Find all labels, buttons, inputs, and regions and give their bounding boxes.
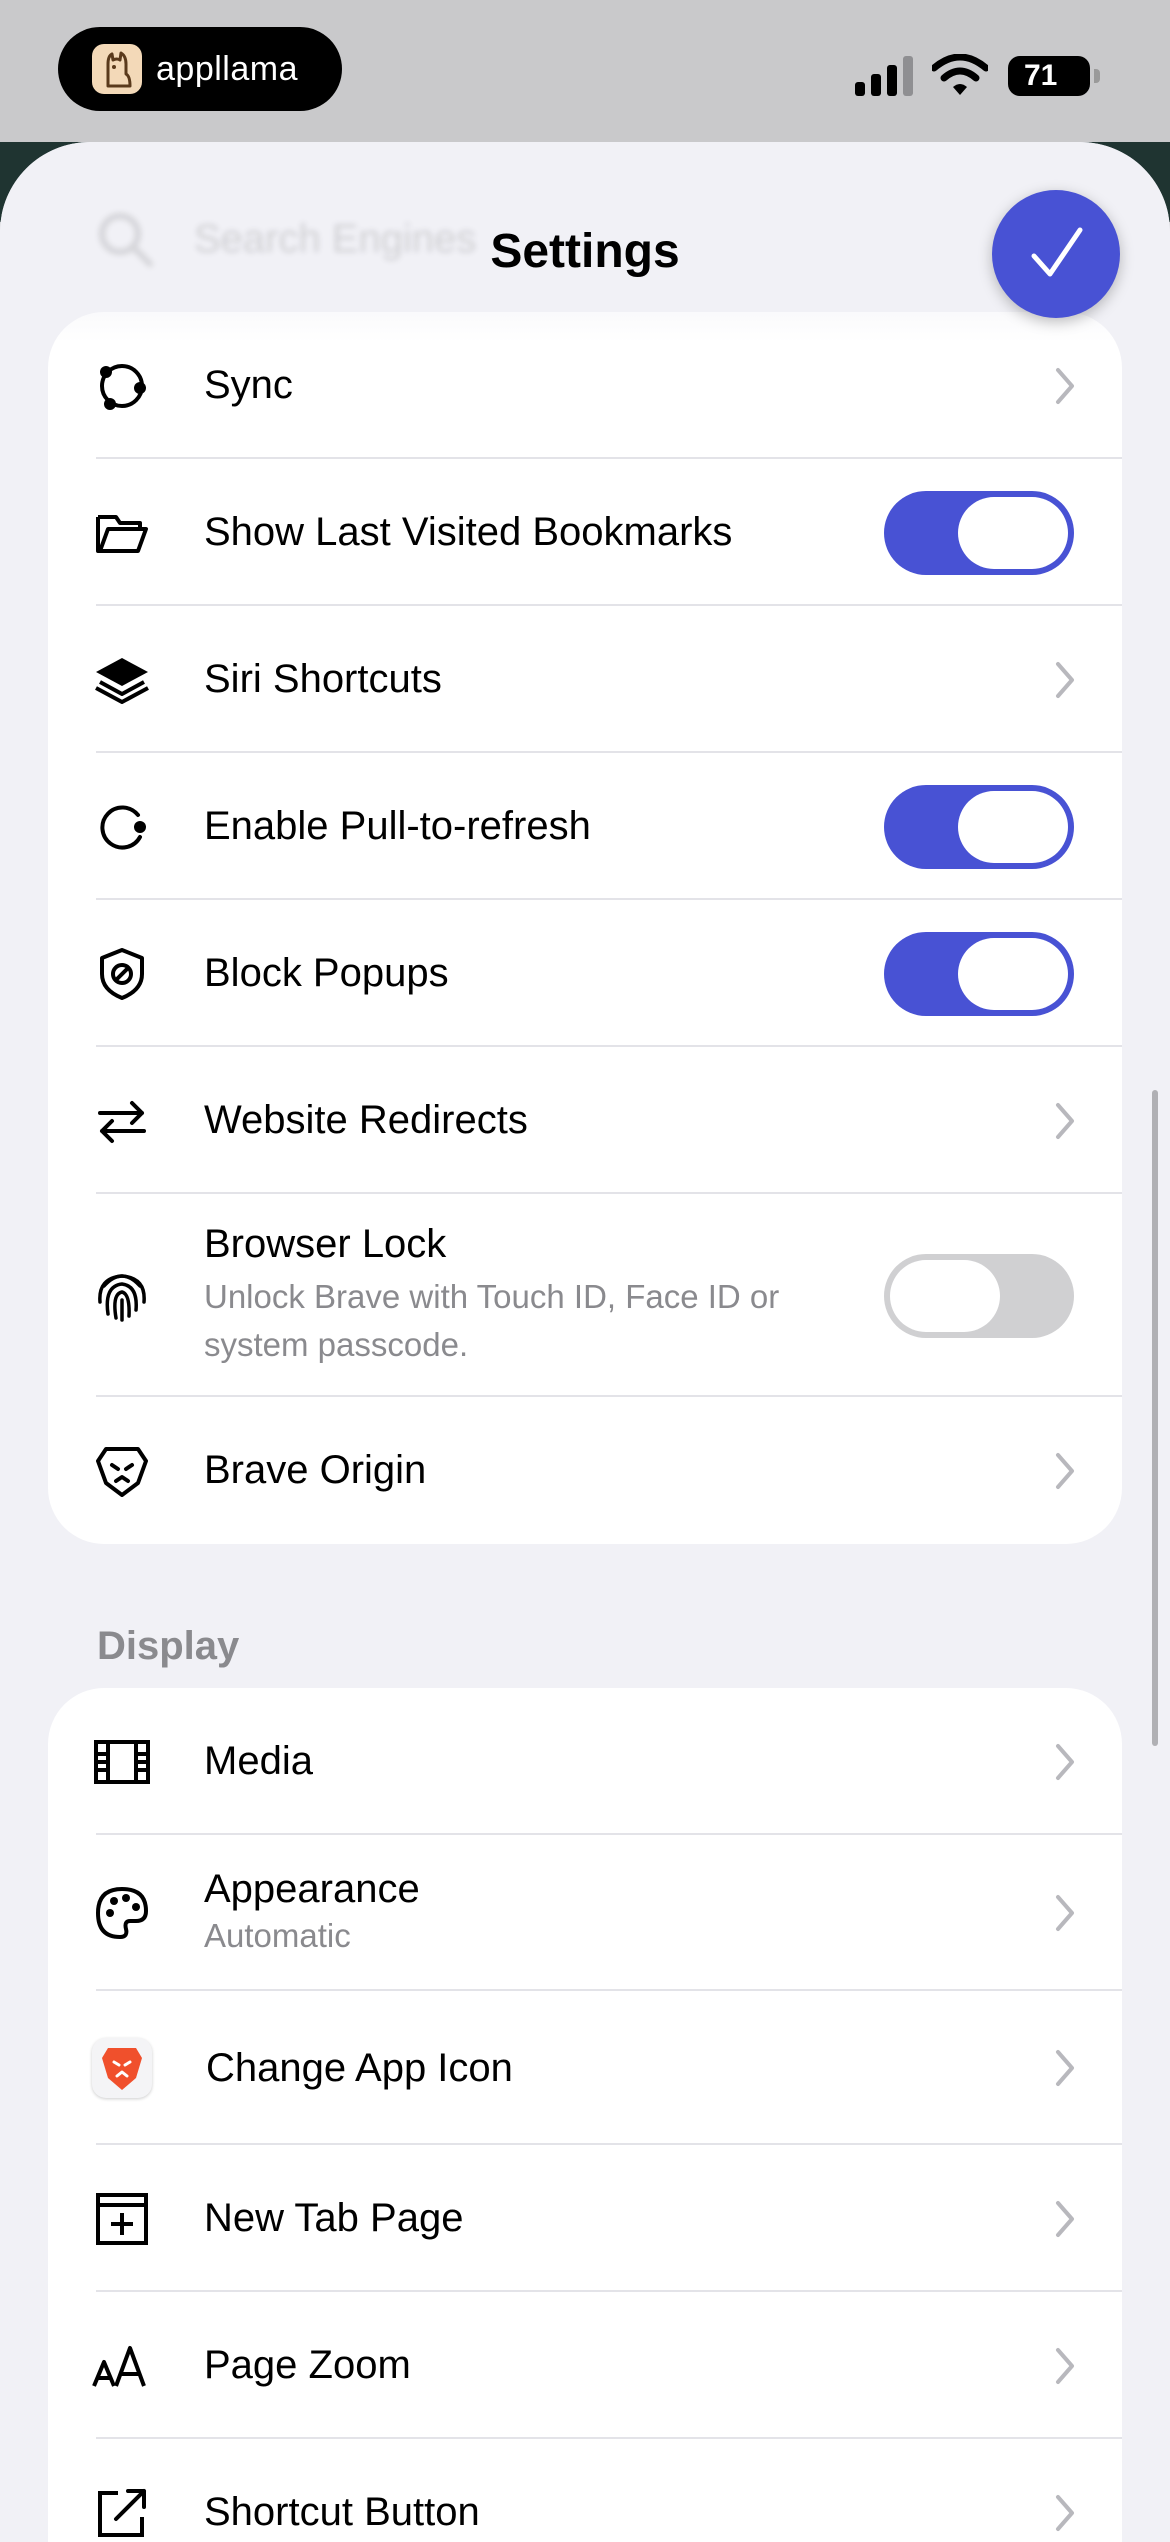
brave-app-icon bbox=[92, 2038, 152, 2098]
chevron-right-icon bbox=[1054, 660, 1076, 700]
new-tab-page-label: New Tab Page bbox=[204, 2196, 882, 2241]
shortcut-button-label: Shortcut Button bbox=[204, 2490, 882, 2535]
appearance-value: Automatic bbox=[204, 1912, 882, 1960]
pull-to-refresh-row: Enable Pull-to-refresh bbox=[48, 753, 1122, 900]
lion-icon bbox=[92, 1441, 152, 1501]
page-zoom-label: Page Zoom bbox=[204, 2343, 882, 2388]
shortcut-button-row[interactable]: Shortcut Button bbox=[48, 2439, 1122, 2542]
film-icon bbox=[92, 1732, 152, 1792]
redirect-arrows-icon bbox=[92, 1091, 152, 1151]
battery-indicator: 71 bbox=[1008, 56, 1090, 96]
sync-label: Sync bbox=[204, 363, 882, 408]
refresh-icon bbox=[92, 797, 152, 857]
external-link-icon bbox=[92, 2483, 152, 2542]
toggle-knob bbox=[958, 497, 1068, 569]
block-popups-label: Block Popups bbox=[204, 951, 882, 996]
chevron-right-icon bbox=[1054, 1742, 1076, 1782]
battery-level: 71 bbox=[1024, 59, 1057, 93]
toggle-knob bbox=[958, 791, 1068, 863]
toggle-knob bbox=[890, 1260, 1000, 1332]
browser-lock-description: Unlock Brave with Touch ID, Face ID or s… bbox=[204, 1273, 872, 1369]
brave-origin-row[interactable]: Brave Origin bbox=[48, 1397, 1122, 1544]
browser-lock-row: Browser Lock Unlock Brave with Touch ID,… bbox=[48, 1194, 1122, 1397]
checkmark-icon bbox=[1026, 224, 1086, 284]
palette-icon bbox=[92, 1883, 152, 1943]
show-last-visited-bookmarks-row: Show Last Visited Bookmarks bbox=[48, 459, 1122, 606]
show-last-visited-bookmarks-label: Show Last Visited Bookmarks bbox=[204, 510, 882, 555]
change-app-icon-row[interactable]: Change App Icon bbox=[48, 1991, 1122, 2145]
pull-to-refresh-toggle[interactable] bbox=[884, 785, 1074, 869]
siri-shortcuts-row[interactable]: Siri Shortcuts bbox=[48, 606, 1122, 753]
chevron-right-icon bbox=[1054, 1893, 1076, 1933]
page-zoom-row[interactable]: Page Zoom bbox=[48, 2292, 1122, 2439]
pull-to-refresh-label: Enable Pull-to-refresh bbox=[204, 804, 882, 849]
layers-icon bbox=[92, 650, 152, 710]
block-popups-toggle[interactable] bbox=[884, 932, 1074, 1016]
chevron-right-icon bbox=[1054, 366, 1076, 406]
llama-logo-icon bbox=[92, 44, 142, 94]
general-settings-group: Sync Show Last Visited Bookmarks Siri Sh… bbox=[48, 312, 1122, 1544]
new-tab-page-row[interactable]: New Tab Page bbox=[48, 2145, 1122, 2292]
media-row[interactable]: Media bbox=[48, 1688, 1122, 1835]
brave-origin-label: Brave Origin bbox=[204, 1448, 882, 1493]
toggle-knob bbox=[958, 938, 1068, 1010]
website-redirects-row[interactable]: Website Redirects bbox=[48, 1047, 1122, 1194]
show-last-visited-bookmarks-toggle[interactable] bbox=[884, 491, 1074, 575]
media-label: Media bbox=[204, 1739, 882, 1784]
folder-icon bbox=[92, 503, 152, 563]
website-redirects-label: Website Redirects bbox=[204, 1098, 882, 1143]
change-app-icon-label: Change App Icon bbox=[206, 2046, 882, 2091]
settings-sheet: Sync Show Last Visited Bookmarks Siri Sh… bbox=[0, 142, 1170, 2542]
sync-icon bbox=[92, 356, 152, 416]
sync-row[interactable]: Sync bbox=[48, 312, 1122, 459]
chevron-right-icon bbox=[1054, 1451, 1076, 1491]
chevron-right-icon bbox=[1054, 1101, 1076, 1141]
display-settings-group: Media Appearance Automatic Change App Ic… bbox=[48, 1688, 1122, 2542]
appearance-label: Appearance bbox=[204, 1867, 882, 1912]
display-section-header: Display bbox=[97, 1624, 239, 1669]
wifi-icon bbox=[932, 54, 988, 98]
siri-shortcuts-label: Siri Shortcuts bbox=[204, 657, 882, 702]
text-size-icon bbox=[92, 2336, 152, 2396]
appearance-row[interactable]: Appearance Automatic bbox=[48, 1835, 1122, 1991]
chevron-right-icon bbox=[1054, 2199, 1076, 2239]
browser-lock-label: Browser Lock bbox=[204, 1222, 872, 1267]
browser-lock-toggle[interactable] bbox=[884, 1254, 1074, 1338]
chevron-right-icon bbox=[1054, 2493, 1076, 2533]
app-badge[interactable]: appllama bbox=[58, 27, 342, 111]
app-badge-label: appllama bbox=[156, 50, 298, 89]
chevron-right-icon bbox=[1054, 2346, 1076, 2386]
cellular-signal-icon bbox=[855, 52, 913, 96]
scrollbar[interactable] bbox=[1152, 1090, 1158, 1746]
block-popups-row: Block Popups bbox=[48, 900, 1122, 1047]
fingerprint-icon bbox=[92, 1266, 152, 1326]
status-bar: appllama 71 bbox=[0, 0, 1170, 142]
new-tab-icon bbox=[92, 2189, 152, 2249]
shield-block-icon bbox=[92, 944, 152, 1004]
chevron-right-icon bbox=[1054, 2048, 1076, 2088]
done-button[interactable] bbox=[992, 190, 1120, 318]
